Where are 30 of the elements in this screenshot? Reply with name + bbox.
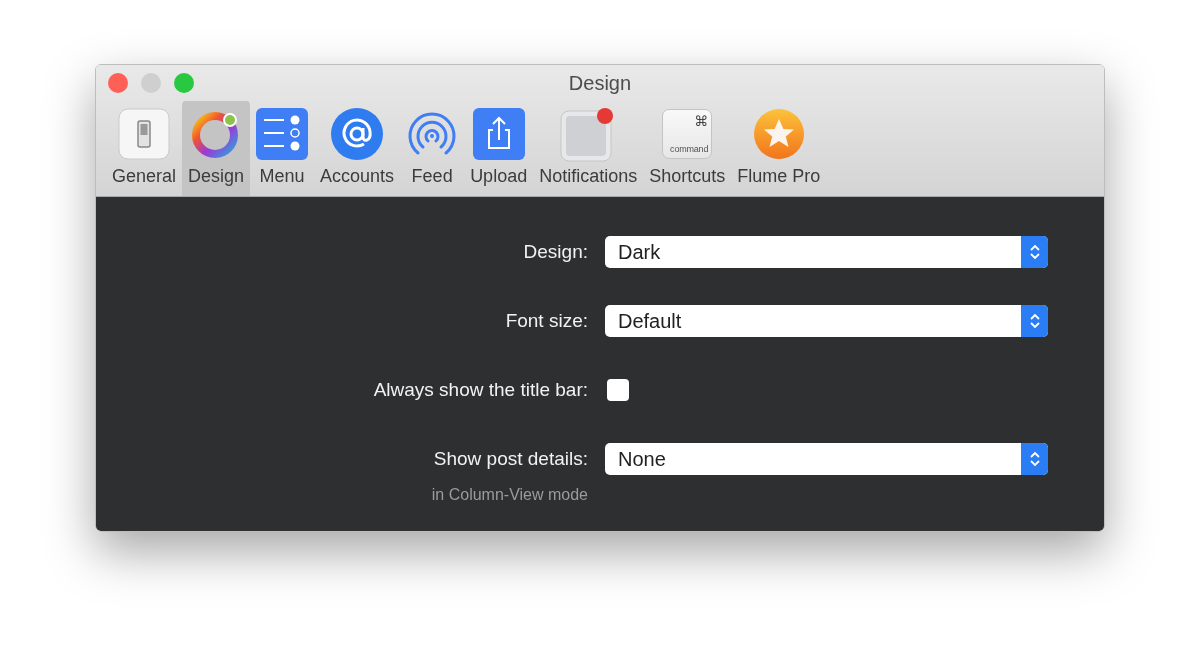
toolbar-tab[interactable]: Accounts xyxy=(314,101,401,196)
minimize-button[interactable] xyxy=(141,73,161,93)
share-icon xyxy=(472,108,525,160)
at-sign-icon xyxy=(331,108,384,160)
toolbar-tab[interactable]: General xyxy=(106,101,183,196)
setting-label: Font size: xyxy=(505,309,588,333)
checkbox[interactable] xyxy=(607,379,629,401)
toolbar-tab[interactable]: Notifications xyxy=(533,101,644,196)
toolbar-tab[interactable]: Menu xyxy=(250,101,315,196)
dropdown-select[interactable]: Dark xyxy=(605,236,1048,268)
window-title: Design xyxy=(568,71,632,95)
checklist-icon xyxy=(256,108,309,160)
command-key-icon: ⌘ command xyxy=(662,109,713,159)
toolbar-tab[interactable]: Upload xyxy=(464,101,534,196)
dropdown-select[interactable]: Default xyxy=(605,305,1048,337)
zoom-button[interactable] xyxy=(174,73,194,93)
setting-note: in Column-View mode xyxy=(431,486,588,504)
chevron-up-down-icon xyxy=(1028,242,1041,262)
toggle-switch-icon xyxy=(118,108,170,160)
dropdown-select[interactable]: None xyxy=(605,443,1048,475)
toolbar-tab[interactable]: Flume Pro xyxy=(731,101,827,196)
close-button[interactable] xyxy=(108,73,128,93)
setting-label: Always show the title bar: xyxy=(373,378,588,402)
setting-label: Show post details: xyxy=(433,447,588,471)
chevron-up-down-icon xyxy=(1028,449,1041,469)
setting-label: Design: xyxy=(523,240,588,264)
chevron-up-down-icon xyxy=(1028,311,1041,331)
toolbar-tab[interactable]: Design xyxy=(182,101,251,196)
toolbar-tab[interactable]: ⌘ command Shortcuts xyxy=(643,101,732,196)
toolbar-tab[interactable]: Feed xyxy=(400,101,465,196)
